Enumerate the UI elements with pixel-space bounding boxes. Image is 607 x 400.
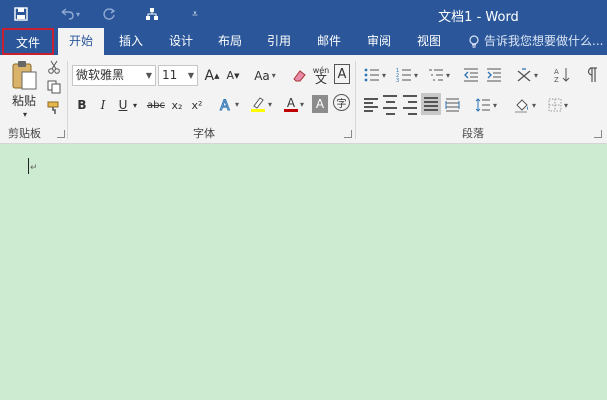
change-case-label: Aa <box>254 68 270 83</box>
shading-button[interactable]: ▾ <box>510 95 540 115</box>
paragraph-mark-icon: ↵ <box>30 163 38 173</box>
tab-view[interactable]: 视图 <box>408 28 450 55</box>
font-color-button[interactable]: A ▾ <box>279 93 309 115</box>
tab-file[interactable]: 文件 <box>2 28 54 55</box>
clipboard-launcher-icon[interactable] <box>57 130 65 138</box>
font-color-swatch <box>283 108 298 112</box>
ribbon-tabs: 文件 开始 插入 设计 布局 引用 邮件 审阅 视图 告诉我您想要做什么... <box>0 28 607 55</box>
clipboard-group-label: 剪贴板 <box>8 127 41 140</box>
ribbon: 粘贴 ▾ 剪贴板 微软雅黑 ▼ 11 ▼ A ▲ A ▼ Aa ▾ wén 文 A B I … <box>0 55 607 144</box>
underline-dropdown-icon[interactable]: ▾ <box>130 95 140 115</box>
font-color-icon: A <box>283 95 298 112</box>
tab-layout[interactable]: 布局 <box>209 28 251 55</box>
svg-text:3: 3 <box>396 78 399 82</box>
shrink-font-button[interactable]: A ▼ <box>224 65 242 86</box>
multilevel-list-icon <box>428 69 443 81</box>
italic-button[interactable]: I <box>95 95 111 115</box>
font-name-combo[interactable]: 微软雅黑 ▼ <box>72 65 156 86</box>
font-name-value: 微软雅黑 <box>76 68 125 82</box>
highlighter-icon <box>250 97 265 112</box>
align-center-icon[interactable] <box>381 95 399 115</box>
justify-icon[interactable] <box>421 93 441 115</box>
decrease-indent-icon[interactable] <box>461 65 481 85</box>
borders-icon <box>548 98 562 112</box>
tab-references[interactable]: 引用 <box>258 28 300 55</box>
distributed-icon[interactable] <box>443 95 461 115</box>
tell-me-box[interactable]: 告诉我您想要做什么... <box>468 28 603 55</box>
svg-text:Z: Z <box>554 76 559 83</box>
font-size-value: 11 <box>162 68 178 82</box>
font-group-label: 字体 <box>193 127 215 140</box>
paste-icon[interactable] <box>8 59 40 93</box>
bullets-icon <box>364 68 379 82</box>
change-case-button[interactable]: Aa ▾ <box>250 65 280 86</box>
phonetic-guide-button[interactable]: wén 文 <box>311 63 331 87</box>
show-hide-marks-icon[interactable] <box>582 65 602 85</box>
underline-button[interactable]: U <box>116 95 130 115</box>
grow-font-button[interactable]: A ▲ <box>203 65 221 86</box>
numbering-icon: 123 <box>396 68 411 82</box>
svg-text:A: A <box>220 98 230 112</box>
character-border-button[interactable]: A <box>334 64 350 84</box>
font-launcher-icon[interactable] <box>344 130 352 138</box>
text-effects-icon: A <box>219 98 230 113</box>
cut-icon[interactable] <box>45 59 63 75</box>
bullets-button[interactable]: ▾ <box>360 65 390 85</box>
strikethrough-button[interactable]: abc <box>145 95 167 115</box>
line-spacing-icon <box>475 98 490 112</box>
title-bar: ▾ ⩡ 文档1 - Word <box>0 0 607 28</box>
lightbulb-icon <box>469 34 479 48</box>
paint-bucket-icon <box>514 98 528 113</box>
paragraph-launcher-icon[interactable] <box>594 130 602 138</box>
text-effects-button[interactable]: A ▾ <box>215 94 243 115</box>
chinese-layout-button[interactable]: ▾ <box>512 65 542 85</box>
format-painter-icon[interactable] <box>45 100 63 116</box>
align-left-icon[interactable] <box>362 95 380 115</box>
grow-font-icon: A <box>204 67 215 84</box>
chevron-down-icon: ▼ <box>145 71 152 80</box>
borders-button[interactable]: ▾ <box>543 95 573 115</box>
highlight-button[interactable]: ▾ <box>246 93 276 115</box>
paste-button[interactable]: 粘贴 <box>6 92 42 108</box>
bold-button[interactable]: B <box>74 95 90 115</box>
shrink-font-icon: A <box>226 69 235 82</box>
svg-text:A: A <box>554 68 559 76</box>
sort-icon[interactable]: AZ <box>552 65 572 85</box>
tab-mailings[interactable]: 邮件 <box>308 28 350 55</box>
font-size-combo[interactable]: 11 ▼ <box>158 65 198 86</box>
tab-home[interactable]: 开始 <box>58 28 104 55</box>
copy-icon[interactable] <box>45 79 63 95</box>
group-separator <box>355 61 356 139</box>
line-spacing-button[interactable]: ▾ <box>471 95 501 115</box>
tab-insert[interactable]: 插入 <box>110 28 152 55</box>
character-shading-button[interactable]: A <box>312 95 328 113</box>
numbering-button[interactable]: 1 2 3 ▾ <box>392 65 422 85</box>
font-color-letter: A <box>286 95 296 110</box>
subscript-button[interactable]: x₂ <box>169 95 185 115</box>
group-separator <box>67 61 68 139</box>
text-cursor <box>28 158 29 174</box>
paste-dropdown-icon[interactable]: ▾ <box>20 109 30 119</box>
chinese-layout-icon <box>517 67 531 81</box>
superscript-button[interactable]: x² <box>189 95 205 115</box>
document-area[interactable]: ↵ <box>0 144 607 400</box>
clear-formatting-icon[interactable] <box>290 65 308 86</box>
tab-design[interactable]: 设计 <box>160 28 202 55</box>
increase-indent-icon[interactable] <box>484 65 504 85</box>
tab-review[interactable]: 审阅 <box>358 28 400 55</box>
enclose-characters-button[interactable]: 字 <box>333 94 350 111</box>
chevron-down-icon: ▼ <box>187 71 194 80</box>
multilevel-list-button[interactable]: ▾ <box>424 65 454 85</box>
tell-me-text: 告诉我您想要做什么... <box>484 34 604 48</box>
window-title: 文档1 - Word <box>438 10 519 25</box>
align-right-icon[interactable] <box>401 95 419 115</box>
paragraph-group-label: 段落 <box>462 127 484 140</box>
